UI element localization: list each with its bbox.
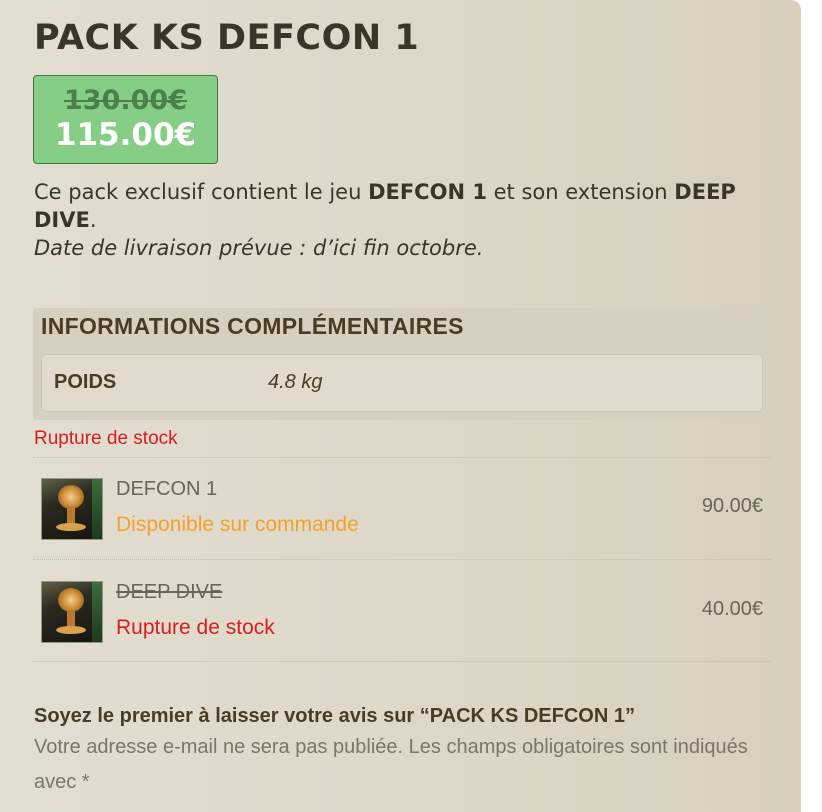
old-price: 130.00€ [64,85,187,116]
bundle-item-deep-dive: DEEP DIVE Rupture de stock 40.00€ [33,560,771,660]
divider [33,661,771,662]
description-game-name: DEFCON 1 [368,180,487,204]
bundle-item-name[interactable]: DEEP DIVE [116,581,222,604]
weight-label: POIDS [54,371,117,393]
review-heading: Soyez le premier à laisser votre avis su… [34,705,635,727]
product-panel: PACK KS DEFCON 1 130.00€ 115.00€ Ce pack… [0,0,801,812]
bundle-item-defcon-1: DEFCON 1 Disponible sur commande 90.00€ [33,458,771,558]
stock-status: Rupture de stock [34,428,178,449]
review-email-notice: Votre adresse e-mail ne sera pas publiée… [34,736,748,793]
bundle-item-price: 40.00€ [701,598,763,620]
product-title: PACK KS DEFCON 1 [34,18,420,58]
bundle-item-availability: Disponible sur commande [116,513,359,536]
weight-value: 4.8 kg [268,371,323,393]
description-intro: Ce pack exclusif contient le jeu [34,180,369,204]
delivery-date: Date de livraison prévue : d’ici fin oct… [34,236,484,260]
sale-price: 115.00€ [54,117,197,153]
price-box: 130.00€ 115.00€ [33,75,218,164]
description-end: . [89,208,97,232]
product-description: Ce pack exclusif contient le jeu DEFCON … [34,178,774,262]
attributes-table: POIDS 4.8 kg [41,354,763,412]
bundle-item-name[interactable]: DEFCON 1 [116,478,217,501]
bundle-item-price: 90.00€ [701,495,763,517]
bundle-item-availability: Rupture de stock [116,616,275,639]
boxed-game-thumbnail-icon[interactable] [41,581,103,643]
additional-information: INFORMATIONS COMPLÉMENTAIRES POIDS 4.8 k… [33,308,771,420]
boxed-game-thumbnail-icon[interactable] [41,478,103,540]
additional-information-heading: INFORMATIONS COMPLÉMENTAIRES [41,313,464,339]
description-middle: et son extension [486,180,675,204]
